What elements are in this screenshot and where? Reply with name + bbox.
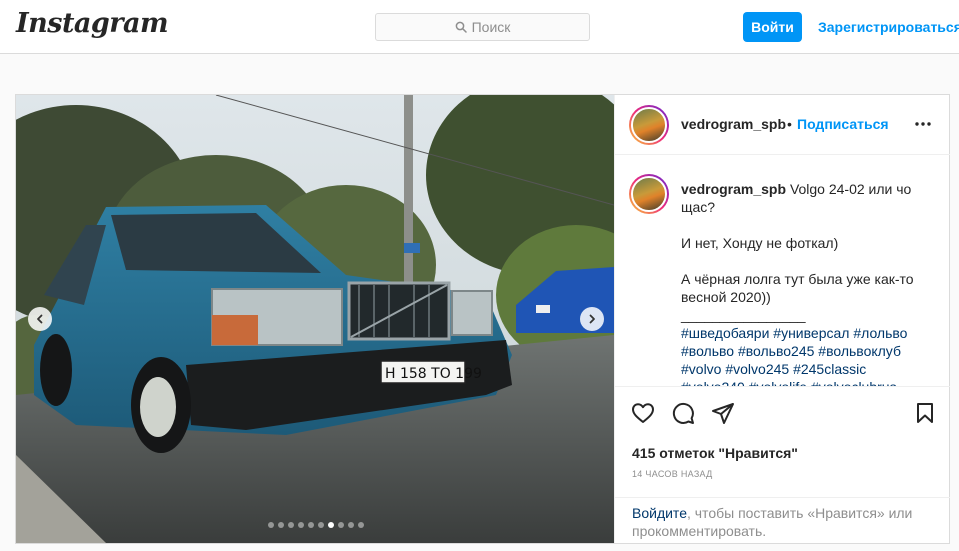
bookmark-icon[interactable] <box>913 401 937 425</box>
carousel-dot <box>338 522 344 528</box>
paper-plane-icon[interactable] <box>711 401 735 425</box>
carousel-dot <box>348 522 354 528</box>
carousel-indicator <box>268 522 364 528</box>
caption-avatar[interactable] <box>629 174 669 214</box>
separator-dot: • <box>787 116 792 132</box>
heart-icon[interactable] <box>631 401 655 425</box>
comments-section[interactable]: vedrogram_spb Volgo 24-02 или чо щас? И … <box>615 156 950 387</box>
chevron-right-icon <box>589 314 595 324</box>
search-icon <box>455 21 467 33</box>
follow-button[interactable]: Подписаться <box>797 116 889 132</box>
carousel-dot <box>328 522 334 528</box>
hashtag-line[interactable]: #volvo #volvo245 #245classic <box>681 360 931 378</box>
caption-line: А чёрная лолга тут была уже как-то весно… <box>681 271 914 305</box>
chevron-left-icon <box>37 314 43 324</box>
top-navigation-bar: Instagram Поиск Войти Зарегистрироваться <box>0 0 959 54</box>
hashtag-line[interactable]: #volvo240 #volvolife #volvoclubrus <box>681 378 931 386</box>
login-link[interactable]: Войдите <box>632 505 687 521</box>
post-author-username[interactable]: vedrogram_spb <box>681 116 786 132</box>
post-caption: vedrogram_spb Volgo 24-02 или чо щас? И … <box>681 180 931 386</box>
likes-count[interactable]: 415 отметок "Нравится" <box>632 445 798 461</box>
carousel-dot <box>308 522 314 528</box>
post-sidebar: vedrogram_spb • Подписаться vedrogram_sp… <box>614 95 950 543</box>
carousel-prev-button[interactable] <box>28 307 52 331</box>
carousel-next-button[interactable] <box>580 307 604 331</box>
carousel-dot <box>268 522 274 528</box>
post-actions <box>615 395 950 431</box>
hashtag-line[interactable]: #вольво #вольво245 #вольвоклуб <box>681 342 931 360</box>
comment-icon[interactable] <box>671 401 695 425</box>
register-link[interactable]: Зарегистрироваться <box>818 19 959 35</box>
carousel-dot <box>358 522 364 528</box>
login-prompt: Войдите, чтобы поставить «Нравится» или … <box>615 497 950 543</box>
license-plate: Н 158 ТО 199 <box>385 366 482 382</box>
carousel-dot <box>318 522 324 528</box>
post-timestamp[interactable]: 14 ЧАСОВ НАЗАД <box>632 469 713 479</box>
login-button[interactable]: Войти <box>743 12 802 42</box>
post-card: Н 158 ТО 199 vedrogram_spb • Подписаться <box>15 94 950 544</box>
post-media-carousel[interactable]: Н 158 ТО 199 <box>16 95 614 543</box>
search-placeholder: Поиск <box>471 19 511 35</box>
caption-line: И нет, Хонду не фоткал) <box>681 235 839 251</box>
carousel-dot <box>278 522 284 528</box>
post-header: vedrogram_spb • Подписаться <box>615 95 950 155</box>
carousel-dot <box>288 522 294 528</box>
avatar[interactable] <box>629 105 669 145</box>
more-options-icon[interactable] <box>914 121 932 127</box>
instagram-logo[interactable]: Instagram <box>16 8 169 39</box>
search-input[interactable]: Поиск <box>375 13 590 41</box>
hashtag-line[interactable]: #шведобаяри #универсал #лольво <box>681 324 931 342</box>
post-photo: Н 158 ТО 199 <box>16 95 614 543</box>
carousel-dot <box>298 522 304 528</box>
caption-username[interactable]: vedrogram_spb <box>681 181 786 197</box>
caption-divider: ________________ <box>681 307 806 323</box>
